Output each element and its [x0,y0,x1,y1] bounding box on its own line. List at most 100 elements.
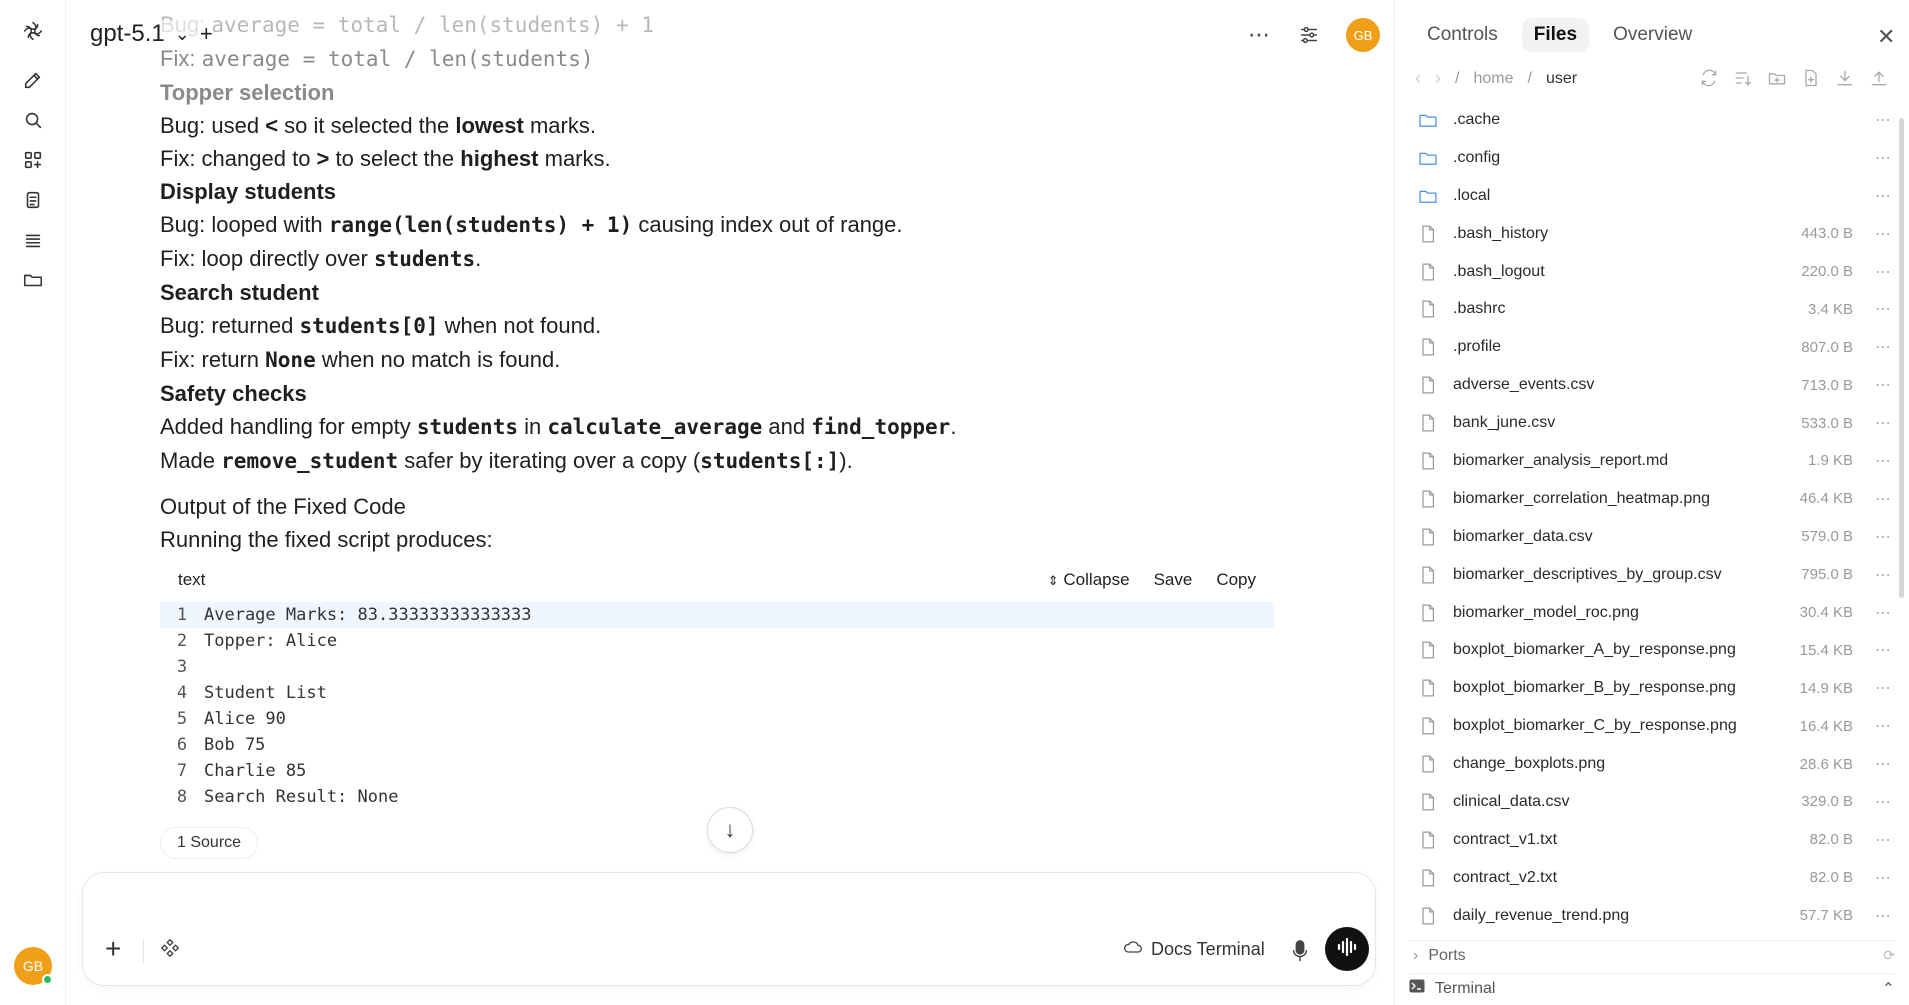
more-options-icon[interactable]: ⋯ [1875,489,1895,509]
collapse-button[interactable]: ⇕ Collapse [1048,570,1130,590]
line-number: 3 [176,657,188,677]
file-row[interactable]: bank_june.csv 533.0 B ⋯ [1409,404,1895,442]
breadcrumb-separator: / [1527,69,1532,87]
heading-topper-selection: Topper selection [160,80,335,105]
docs-terminal-button[interactable]: Docs Terminal [1123,939,1265,960]
new-file-icon[interactable] [1801,68,1821,93]
more-options-icon[interactable]: ⋯ [1875,375,1895,395]
header-avatar[interactable]: GB [1346,18,1380,52]
file-row[interactable]: .profile 807.0 B ⋯ [1409,328,1895,366]
chevron-up-icon[interactable]: ⌃ [1882,979,1895,999]
file-row[interactable]: adverse_events.csv 713.0 B ⋯ [1409,366,1895,404]
file-row[interactable]: boxplot_biomarker_A_by_response.png 15.4 … [1409,631,1895,669]
copy-button[interactable]: Copy [1216,570,1256,590]
file-row[interactable]: boxplot_biomarker_C_by_response.png 16.4 … [1409,707,1895,745]
new-folder-icon[interactable] [1767,68,1787,93]
output-heading: Output of the Fixed Code [160,494,406,519]
file-row[interactable]: clinical_data.csv 329.0 B ⋯ [1409,783,1895,821]
scroll-down-button[interactable]: ↓ [707,807,753,853]
file-row[interactable]: .bash_history 443.0 B ⋯ [1409,215,1895,253]
tab-files[interactable]: Files [1521,18,1590,52]
file-row[interactable]: biomarker_correlation_heatmap.png 46.4 KB… [1409,480,1895,518]
sources-button[interactable]: 1 Source [160,827,259,859]
forward-arrow-icon[interactable]: › [1435,68,1441,89]
breadcrumb-user[interactable]: user [1546,70,1577,88]
settings-sliders-icon[interactable] [1296,22,1322,48]
code-block-header: text ⇕ Collapse Save Copy [160,558,1274,602]
chat-scroll-area[interactable]: Bug: average = total / len(students) + 1… [66,0,1380,870]
list-icon[interactable] [18,225,48,255]
file-row[interactable]: contract_v2.txt 82.0 B ⋯ [1409,859,1895,897]
breadcrumb: ‹ › / home / user [1415,68,1577,89]
breadcrumb-home[interactable]: home [1473,70,1513,88]
model-picker[interactable]: gpt-5.1 ⌄ + [90,20,213,48]
more-options-icon[interactable]: ⋯ [1875,640,1895,660]
apps-icon[interactable] [18,145,48,175]
file-row[interactable]: boxplot_biomarker_B_by_response.png 14.9 … [1409,669,1895,707]
file-size: 82.0 B [1809,869,1853,887]
tools-icon[interactable] [159,937,181,959]
more-options-icon[interactable]: ⋯ [1875,110,1895,130]
more-options-icon[interactable]: ⋯ [1875,754,1895,774]
line-number: 8 [176,787,188,807]
more-options-icon[interactable]: ⋯ [1875,868,1895,888]
sort-icon[interactable] [1733,68,1753,93]
user-avatar[interactable]: GB [14,947,53,985]
more-options-icon[interactable]: ⋯ [1875,148,1895,168]
file-row[interactable]: biomarker_descriptives_by_group.csv 795.0… [1409,556,1895,594]
more-options-icon[interactable]: ⋯ [1875,224,1895,244]
more-options-icon[interactable]: ⋯ [1875,299,1895,319]
more-options-icon[interactable]: ⋯ [1246,22,1272,48]
line-number: 5 [176,709,188,729]
more-options-icon[interactable]: ⋯ [1875,792,1895,812]
file-icon [1417,639,1439,661]
notes-icon[interactable] [18,185,48,215]
file-icon [1417,867,1439,889]
more-options-icon[interactable]: ⋯ [1875,413,1895,433]
more-options-icon[interactable]: ⋯ [1875,186,1895,206]
folder-row[interactable]: .config ⋯ [1409,139,1895,177]
voice-mode-button[interactable] [1325,927,1369,971]
folder-row[interactable]: .cache ⋯ [1409,101,1895,139]
folder-icon[interactable] [18,265,48,295]
file-list-scrollbar[interactable] [1899,118,1904,598]
file-row[interactable]: biomarker_analysis_report.md 1.9 KB ⋯ [1409,442,1895,480]
terminal-section[interactable]: Terminal ⌃ [1409,973,1895,1003]
ports-section[interactable]: › Ports ⟳ [1409,940,1895,970]
line-number: 4 [176,683,188,703]
tab-controls[interactable]: Controls [1415,18,1510,52]
file-row[interactable]: .bash_logout 220.0 B ⋯ [1409,253,1895,291]
save-button[interactable]: Save [1154,570,1193,590]
more-options-icon[interactable]: ⋯ [1875,337,1895,357]
new-chat-plus-icon[interactable]: + [200,21,213,47]
more-options-icon[interactable]: ⋯ [1875,451,1895,471]
refresh-ports-icon[interactable]: ⟳ [1883,947,1895,964]
file-row[interactable]: change_boxplots.png 28.6 KB ⋯ [1409,745,1895,783]
file-row[interactable]: biomarker_data.csv 579.0 B ⋯ [1409,518,1895,556]
more-options-icon[interactable]: ⋯ [1875,906,1895,926]
attach-plus-icon[interactable]: + [105,933,121,965]
file-row[interactable]: daily_revenue_trend.png 57.7 KB ⋯ [1409,897,1895,935]
search-icon[interactable] [18,105,48,135]
tab-overview[interactable]: Overview [1601,18,1704,52]
more-options-icon[interactable]: ⋯ [1875,716,1895,736]
message-input[interactable] [107,893,1307,925]
more-options-icon[interactable]: ⋯ [1875,603,1895,623]
file-row[interactable]: contract_v1.txt 82.0 B ⋯ [1409,821,1895,859]
file-row[interactable]: biomarker_model_roc.png 30.4 KB ⋯ [1409,594,1895,632]
more-options-icon[interactable]: ⋯ [1875,565,1895,585]
more-options-icon[interactable]: ⋯ [1875,678,1895,698]
back-arrow-icon[interactable]: ‹ [1415,68,1421,89]
download-icon[interactable] [1835,68,1855,93]
new-chat-icon[interactable] [18,65,48,95]
more-options-icon[interactable]: ⋯ [1875,262,1895,282]
logo-icon[interactable] [18,16,48,46]
refresh-icon[interactable] [1699,68,1719,93]
upload-icon[interactable] [1869,68,1889,93]
folder-row[interactable]: .local ⋯ [1409,177,1895,215]
close-icon[interactable]: ✕ [1877,24,1895,50]
file-row[interactable]: .bashrc 3.4 KB ⋯ [1409,290,1895,328]
microphone-icon[interactable] [1289,937,1313,965]
more-options-icon[interactable]: ⋯ [1875,830,1895,850]
more-options-icon[interactable]: ⋯ [1875,527,1895,547]
